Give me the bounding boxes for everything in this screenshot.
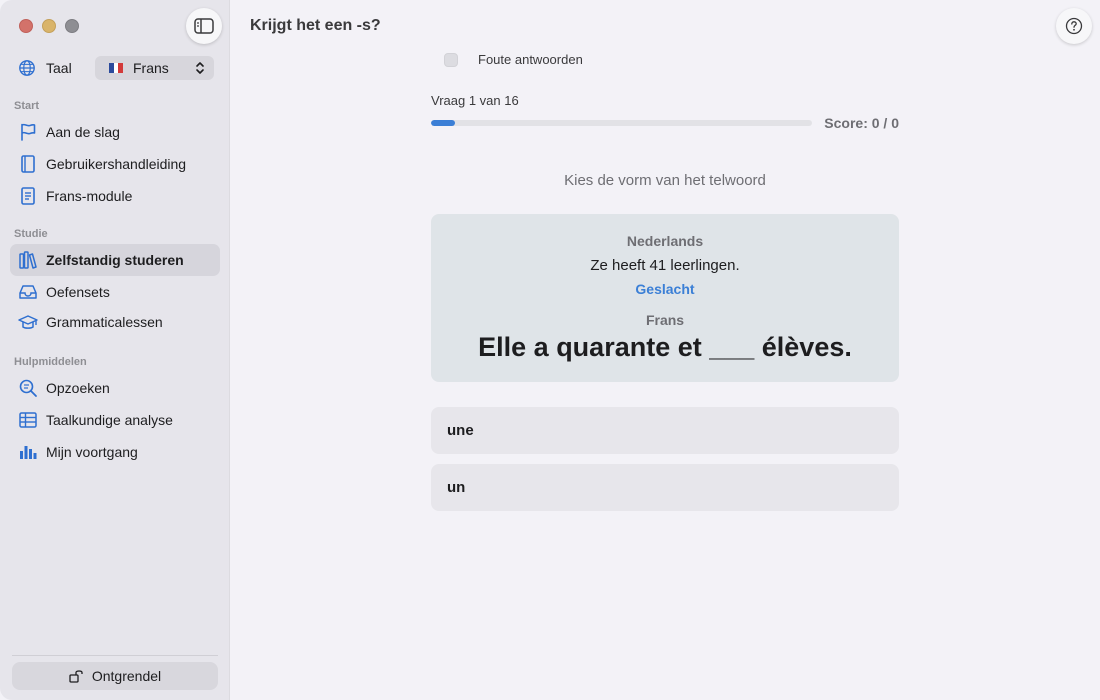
document-icon [21,187,35,205]
sidebar-item-gebruikershandleiding[interactable]: Gebruikershandleiding [10,148,220,180]
sidebar-item-aan-de-slag[interactable]: Aan de slag [10,116,220,148]
wrong-answers-toggle[interactable]: Foute antwoorden [444,52,583,67]
score-label: Score: 0 / 0 [824,115,899,131]
sidebar-item-label: Frans-module [46,188,133,204]
graduation-cap-icon [18,315,38,329]
main-content: Krijgt het een -s? Foute antwoorden Vraa… [231,0,1100,700]
unlock-button-label: Ontgrendel [91,668,162,684]
sidebar-item-label: Taalkundige analyse [46,412,173,428]
french-flag-icon [109,63,124,73]
sidebar-divider [12,655,218,656]
progress-bar [431,120,812,126]
question-card: Nederlands Ze heeft 41 leerlingen. Gesla… [431,214,899,382]
sidebar-item-label: Aan de slag [46,124,120,140]
bar-chart-icon [20,446,37,459]
wrong-answers-label: Foute antwoorden [478,52,583,67]
app-window: Taal Frans Start Aan de slag Gebruikersh… [0,0,1100,700]
book-icon [21,155,35,173]
answer-option[interactable]: un [431,464,899,511]
flag-icon [21,123,36,141]
page-title: Krijgt het een -s? [250,17,381,34]
sidebar-item-label: Mijn voortgang [46,444,138,460]
language-label: Taal [46,60,72,76]
unlock-icon [69,670,83,683]
minimize-window-button[interactable] [42,19,56,33]
sidebar: Taal Frans Start Aan de slag Gebruikersh… [0,0,230,700]
table-icon [19,412,37,428]
question-instruction: Kies de vorm van het telwoord [564,172,766,189]
section-title-start: Start [14,100,40,112]
question-mark-icon [1065,17,1083,35]
tray-icon [19,285,37,299]
sidebar-item-zelfstandig-studeren[interactable]: Zelfstandig studeren [10,244,220,276]
sidebar-item-grammaticalessen[interactable]: Grammaticalessen [10,306,220,338]
help-button[interactable] [1056,8,1092,44]
close-window-button[interactable] [19,19,33,33]
sidebar-item-mijn-voortgang[interactable]: Mijn voortgang [10,436,220,468]
wrong-answers-checkbox[interactable] [444,52,458,67]
sidebar-icon [194,18,214,34]
section-title-hulpmiddelen: Hulpmiddelen [14,356,87,368]
up-down-chevron-icon [196,62,204,74]
unlock-button[interactable]: Ontgrendel [12,662,218,690]
target-sentence: Elle a quarante et ___ élèves. [478,332,852,362]
source-sentence: Ze heeft 41 leerlingen. [590,257,740,274]
text-magnifier-icon [19,379,37,397]
sidebar-item-label: Opzoeken [46,380,110,396]
sidebar-item-taalkundige-analyse[interactable]: Taalkundige analyse [10,404,220,436]
zoom-window-button[interactable] [65,19,79,33]
answer-option[interactable]: une [431,407,899,454]
sidebar-item-label: Gebruikershandleiding [46,156,187,172]
target-language-label: Frans [645,312,685,328]
window-controls [19,19,79,33]
section-title-studie: Studie [14,228,48,240]
progress-bar-fill [431,120,455,126]
hint-link[interactable]: Geslacht [431,281,899,297]
answer-option-label: une [447,422,474,439]
language-select[interactable]: Frans [95,56,214,80]
sidebar-item-label: Zelfstandig studeren [46,252,184,268]
sidebar-item-opzoeken[interactable]: Opzoeken [10,372,220,404]
question-counter: Vraag 1 van 16 [431,93,519,108]
answer-option-label: un [447,479,466,496]
globe-icon [19,60,35,76]
sidebar-item-label: Oefensets [46,284,110,300]
sidebar-item-oefensets[interactable]: Oefensets [10,276,220,308]
language-row: Taal Frans [18,56,214,80]
sidebar-item-frans-module[interactable]: Frans-module [10,180,220,212]
source-language-label: Nederlands [626,233,704,249]
language-select-value: Frans [133,60,169,76]
sidebar-toggle-button[interactable] [186,8,222,44]
sidebar-item-label: Grammaticalessen [46,314,163,330]
books-icon [19,251,37,269]
